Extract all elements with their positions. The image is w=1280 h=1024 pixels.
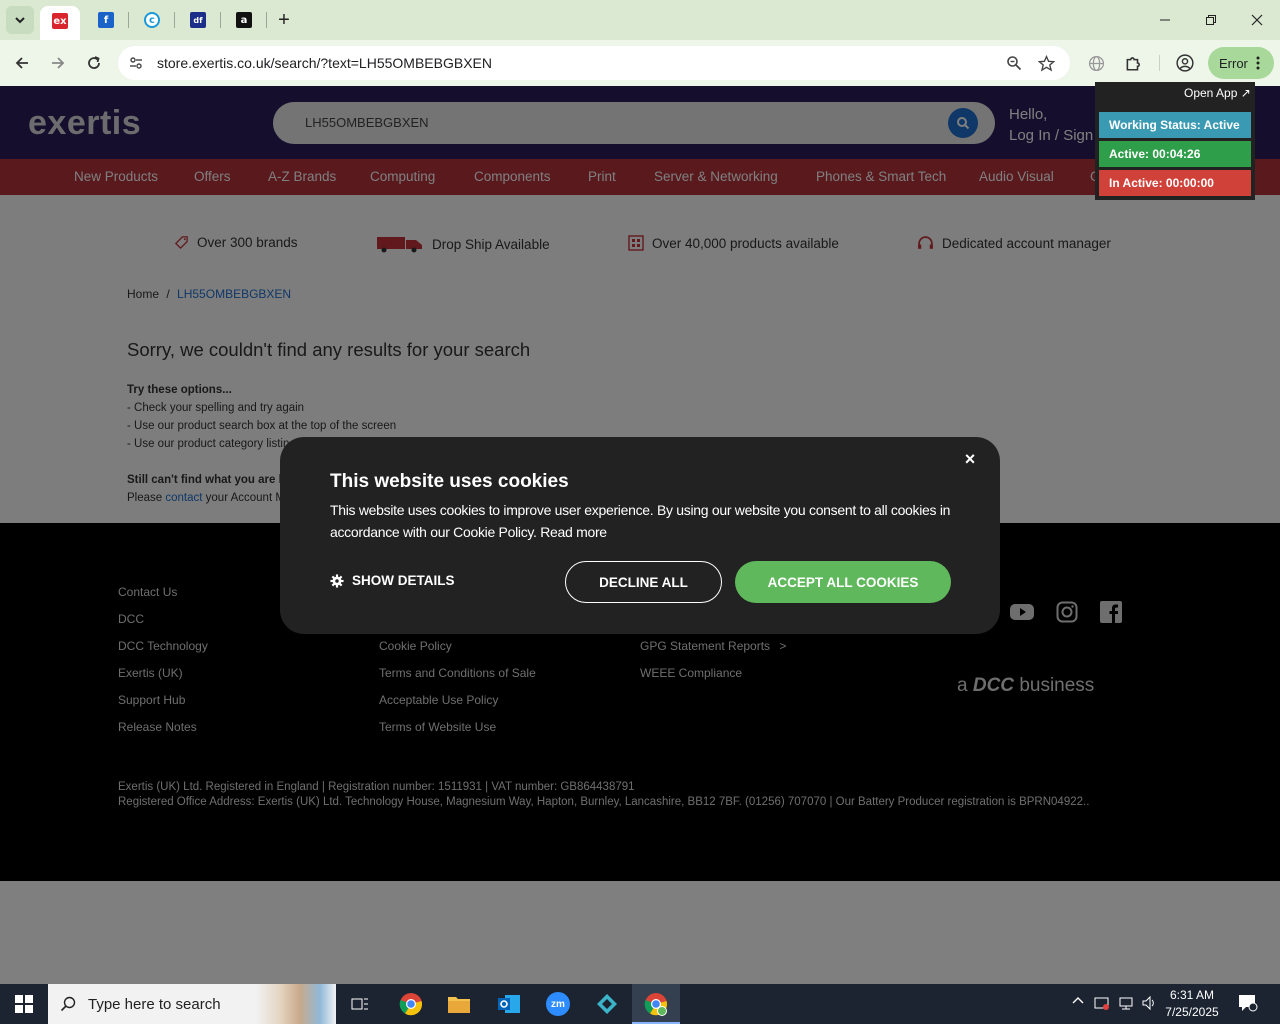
blue-f-favicon-icon: f: [98, 12, 114, 28]
taskbar-search-placeholder: Type here to search: [88, 996, 221, 1013]
reload-icon: [88, 56, 100, 69]
taskbar-file-explorer[interactable]: [443, 988, 475, 1020]
extensions-puzzle-icon[interactable]: [1120, 50, 1146, 76]
start-button[interactable]: [8, 988, 40, 1020]
forward-button[interactable]: [43, 48, 73, 78]
folder-icon: [448, 997, 470, 1013]
df-favicon-icon: df: [190, 12, 206, 28]
tray-alert-icon[interactable]: [1094, 995, 1110, 1014]
close-window-button[interactable]: [1234, 0, 1280, 40]
taskbar-search[interactable]: Type here to search: [48, 984, 336, 1024]
profile-error-button[interactable]: Error: [1208, 47, 1274, 79]
browser-toolbar: store.exertis.co.uk/search/?text=LH55OMB…: [0, 40, 1280, 86]
show-details-label: SHOW DETAILS: [352, 573, 455, 588]
tab-search-button[interactable]: [6, 6, 34, 34]
diamond-app-icon: [597, 994, 617, 1014]
url-text[interactable]: store.exertis.co.uk/search/?text=LH55OMB…: [157, 55, 492, 71]
taskbar-outlook[interactable]: [493, 988, 525, 1020]
search-icon: [60, 996, 76, 1012]
profile-avatar-icon[interactable]: [1172, 50, 1198, 76]
new-tab-button[interactable]: +: [270, 6, 298, 34]
gear-icon: [330, 573, 344, 588]
minimize-icon: [1160, 19, 1170, 21]
inactive-timer: In Active: 00:00:00: [1099, 170, 1251, 196]
notifications-icon[interactable]: [1238, 994, 1258, 1015]
tab-5[interactable]: a: [230, 6, 258, 34]
decline-all-button[interactable]: DECLINE ALL: [565, 561, 722, 603]
time-tracker-widget: Open App ↗ Working Status: Active Active…: [1095, 82, 1255, 200]
cookie-body: This website uses cookies to improve use…: [330, 502, 951, 540]
arrow-left-icon: [15, 57, 28, 69]
restore-icon: [1206, 15, 1216, 25]
browser-tab-bar: ex f c df a +: [0, 0, 1280, 40]
zoom-app-icon: zm: [546, 992, 570, 1016]
tab-3[interactable]: c: [138, 6, 166, 34]
minimize-button[interactable]: [1142, 0, 1188, 40]
tab-active[interactable]: ex: [40, 6, 80, 40]
volume-icon[interactable]: [1141, 995, 1157, 1014]
restore-button[interactable]: [1188, 0, 1234, 40]
tab-4[interactable]: df: [184, 6, 212, 34]
cookie-title: This website uses cookies: [330, 471, 569, 492]
tab-2[interactable]: f: [92, 6, 120, 34]
working-status: Working Status: Active: [1099, 112, 1251, 138]
taskbar-chrome-active[interactable]: [632, 984, 680, 1024]
close-icon: [1251, 14, 1263, 26]
chevron-down-icon: [15, 17, 25, 24]
bookmark-star-icon[interactable]: [1035, 52, 1057, 74]
taskbar-chrome[interactable]: [395, 988, 427, 1020]
exertis-favicon-icon: ex: [52, 13, 68, 29]
translate-globe-icon[interactable]: [1083, 50, 1109, 76]
task-view-button[interactable]: [344, 988, 376, 1020]
accept-all-cookies-button[interactable]: ACCEPT ALL COOKIES: [735, 561, 951, 603]
c-circle-favicon-icon: c: [144, 12, 160, 28]
windows-logo-icon: [15, 995, 33, 1013]
network-icon[interactable]: [1118, 995, 1134, 1014]
show-details-button[interactable]: SHOW DETAILS: [330, 573, 455, 588]
amazon-favicon-icon: a: [236, 12, 252, 28]
clock-date: 7/25/2025: [1165, 1005, 1219, 1019]
tab-separator: [266, 12, 267, 28]
reload-button[interactable]: [79, 48, 109, 78]
back-button[interactable]: [7, 48, 37, 78]
kebab-menu-icon: [1256, 56, 1260, 70]
active-timer: Active: 00:04:26: [1099, 141, 1251, 167]
cookie-close-button[interactable]: ×: [960, 449, 980, 469]
site-info-icon[interactable]: [125, 52, 147, 74]
taskbar-app-diamond[interactable]: [591, 988, 623, 1020]
windows-taskbar: Type here to search zm 6:31 AM 7/25/2025: [0, 984, 1280, 1024]
open-app-link[interactable]: Open App ↗: [1184, 86, 1251, 100]
search-highlight-image: [256, 984, 336, 1024]
task-view-icon: [351, 998, 368, 1010]
cookie-consent-dialog: × This website uses cookies This website…: [280, 437, 1000, 634]
outlook-icon: [498, 995, 520, 1013]
toolbar-separator: [1159, 55, 1160, 71]
taskbar-zoom[interactable]: zm: [542, 988, 574, 1020]
chevron-up-icon: [1072, 997, 1084, 1004]
tab-separator: [128, 12, 129, 28]
tab-separator: [220, 12, 221, 28]
chrome-icon: [399, 993, 423, 1016]
profile-error-label: Error: [1219, 55, 1248, 71]
tab-separator: [174, 12, 175, 28]
show-hidden-icons-button[interactable]: [1071, 994, 1085, 1011]
arrow-right-icon: [52, 57, 65, 69]
clock-time: 6:31 AM: [1169, 988, 1215, 1002]
address-bar[interactable]: store.exertis.co.uk/search/?text=LH55OMB…: [118, 46, 1070, 80]
chrome-profile-icon: [644, 993, 668, 1016]
zoom-icon[interactable]: [1003, 52, 1025, 74]
system-clock[interactable]: 6:31 AM 7/25/2025: [1162, 987, 1222, 1021]
